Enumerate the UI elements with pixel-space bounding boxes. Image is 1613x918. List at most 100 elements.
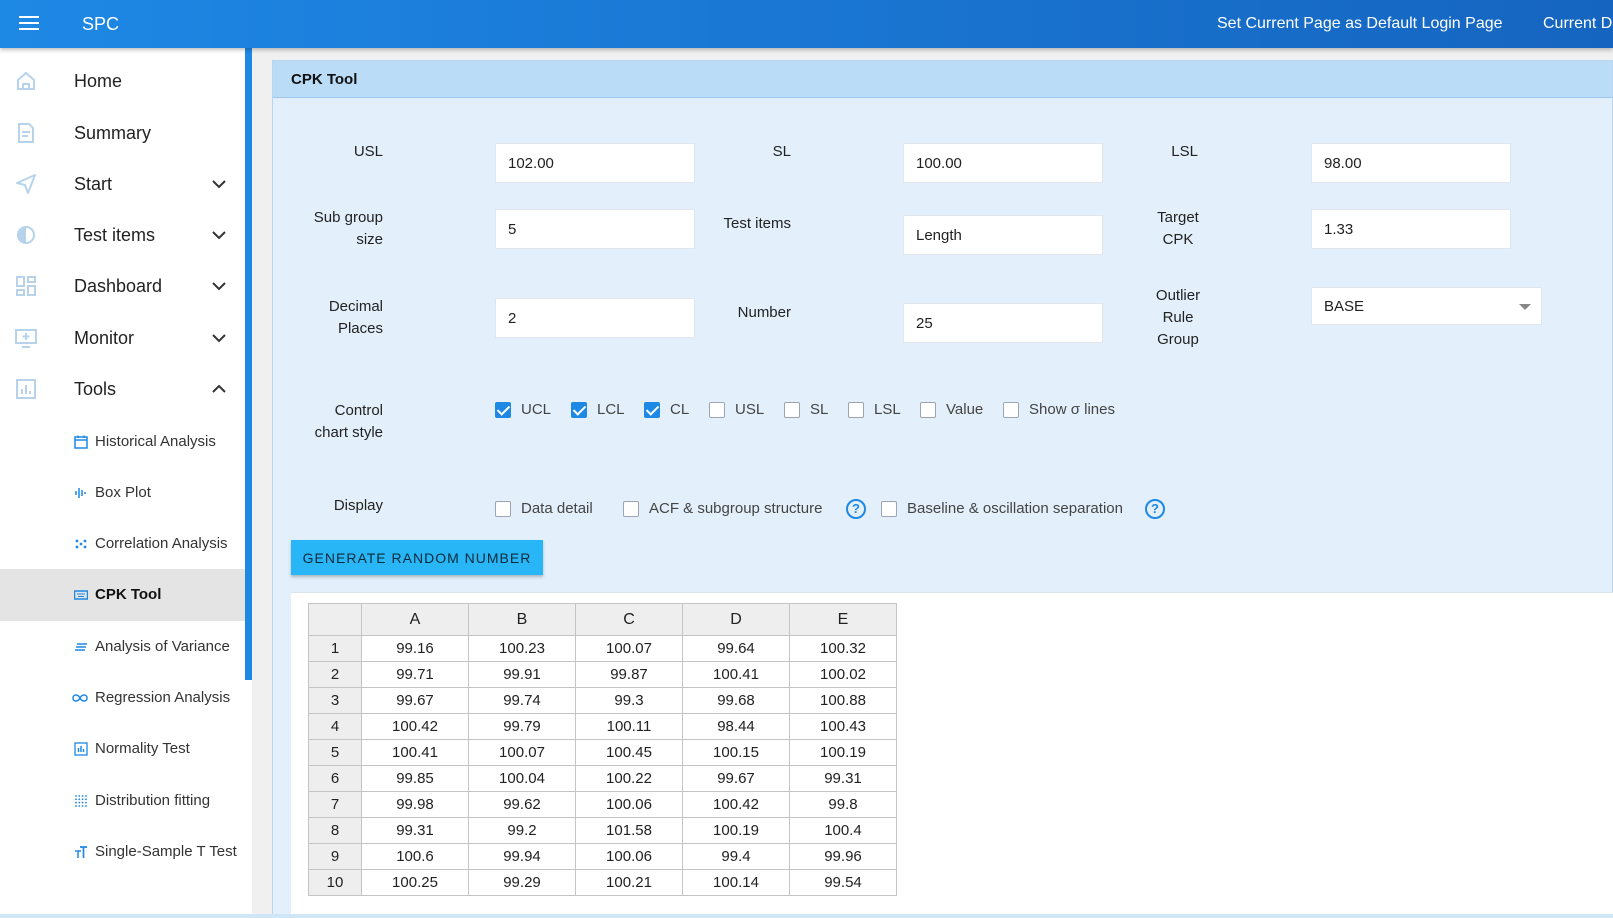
checkbox-checked-icon[interactable] (495, 402, 511, 418)
table-cell[interactable]: 100.19 (682, 817, 790, 844)
table-cell[interactable]: 99.67 (682, 765, 790, 792)
sidebar-subitem-analysis-of-variance[interactable]: Analysis of Variance (0, 621, 245, 673)
lsl-input[interactable] (1311, 143, 1511, 183)
sidebar-item-dashboard[interactable]: Dashboard (0, 261, 245, 313)
checkbox-checked-icon[interactable] (571, 402, 587, 418)
table-cell[interactable]: 100.15 (682, 739, 790, 766)
sidebar-subitem-regression-analysis[interactable]: Regression Analysis (0, 672, 245, 724)
chevron-up-icon[interactable] (210, 380, 228, 398)
checkbox-unchecked-icon[interactable] (623, 501, 639, 517)
generate-random-number-button[interactable]: GENERATE RANDOM NUMBER (291, 540, 543, 575)
table-cell[interactable]: 99.54 (789, 869, 897, 896)
table-cell[interactable]: 100.41 (682, 661, 790, 688)
row-header[interactable]: 1 (308, 635, 362, 662)
column-header[interactable]: D (682, 603, 790, 636)
table-cell[interactable]: 99.31 (789, 765, 897, 792)
table-cell[interactable]: 100.42 (361, 713, 469, 740)
table-cell[interactable]: 100.14 (682, 869, 790, 896)
sidebar-item-monitor[interactable]: Monitor (0, 313, 245, 365)
column-header[interactable]: A (361, 603, 469, 636)
table-corner-cell[interactable] (308, 603, 362, 636)
checkbox-unchecked-icon[interactable] (495, 501, 511, 517)
checkbox-unchecked-icon[interactable] (709, 402, 725, 418)
table-cell[interactable]: 99.16 (361, 635, 469, 662)
table-cell[interactable]: 99.94 (468, 843, 576, 870)
table-cell[interactable]: 99.4 (682, 843, 790, 870)
column-header[interactable]: E (789, 603, 897, 636)
table-cell[interactable]: 100.4 (789, 817, 897, 844)
row-header[interactable]: 7 (308, 791, 362, 818)
table-cell[interactable]: 99.3 (575, 687, 683, 714)
checkbox-unchecked-icon[interactable] (1003, 402, 1019, 418)
sidebar-item-tools[interactable]: Tools (0, 364, 245, 416)
row-header[interactable]: 8 (308, 817, 362, 844)
chevron-down-icon[interactable] (210, 329, 228, 347)
table-cell[interactable]: 101.58 (575, 817, 683, 844)
sidebar-scrollbar[interactable] (245, 48, 252, 680)
decimal-places-input[interactable] (495, 298, 695, 338)
chevron-down-icon[interactable] (210, 226, 228, 244)
table-cell[interactable]: 100.07 (468, 739, 576, 766)
sl-input[interactable] (903, 143, 1103, 183)
row-header[interactable]: 3 (308, 687, 362, 714)
table-cell[interactable]: 99.68 (682, 687, 790, 714)
sidebar-subitem-cpk-tool[interactable]: CPK Tool (0, 569, 245, 621)
usl-input[interactable] (495, 143, 695, 183)
current-link[interactable]: Current De (1543, 15, 1613, 33)
number-input[interactable] (903, 303, 1103, 343)
set-default-login-page-link[interactable]: Set Current Page as Default Login Page (1217, 15, 1503, 33)
table-cell[interactable]: 98.44 (682, 713, 790, 740)
target-cpk-input[interactable] (1311, 209, 1511, 249)
table-cell[interactable]: 100.41 (361, 739, 469, 766)
table-cell[interactable]: 99.87 (575, 661, 683, 688)
table-cell[interactable]: 99.62 (468, 791, 576, 818)
table-cell[interactable]: 99.96 (789, 843, 897, 870)
table-cell[interactable]: 100.22 (575, 765, 683, 792)
sidebar-item-home[interactable]: Home (0, 56, 245, 108)
row-header[interactable]: 6 (308, 765, 362, 792)
help-icon[interactable]: ? (846, 499, 866, 519)
table-cell[interactable]: 100.25 (361, 869, 469, 896)
table-cell[interactable]: 99.8 (789, 791, 897, 818)
checkbox-unchecked-icon[interactable] (784, 402, 800, 418)
table-cell[interactable]: 99.85 (361, 765, 469, 792)
table-cell[interactable]: 100.45 (575, 739, 683, 766)
table-cell[interactable]: 99.74 (468, 687, 576, 714)
sidebar-subitem-distribution-fitting[interactable]: Distribution fitting (0, 775, 245, 827)
checkbox-unchecked-icon[interactable] (881, 501, 897, 517)
table-cell[interactable]: 100.11 (575, 713, 683, 740)
table-cell[interactable]: 100.6 (361, 843, 469, 870)
chevron-down-icon[interactable] (210, 277, 228, 295)
checkbox-checked-icon[interactable] (644, 402, 660, 418)
row-header[interactable]: 9 (308, 843, 362, 870)
table-cell[interactable]: 99.2 (468, 817, 576, 844)
sidebar-item-start[interactable]: Start (0, 159, 245, 211)
checkbox-unchecked-icon[interactable] (920, 402, 936, 418)
table-cell[interactable]: 99.29 (468, 869, 576, 896)
table-cell[interactable]: 100.88 (789, 687, 897, 714)
row-header[interactable]: 2 (308, 661, 362, 688)
table-cell[interactable]: 100.32 (789, 635, 897, 662)
table-cell[interactable]: 99.71 (361, 661, 469, 688)
table-cell[interactable]: 100.04 (468, 765, 576, 792)
sidebar-subitem-box-plot[interactable]: Box Plot (0, 467, 245, 519)
sidebar-subitem-historical-analysis[interactable]: Historical Analysis (0, 416, 245, 468)
table-cell[interactable]: 99.31 (361, 817, 469, 844)
checkbox-unchecked-icon[interactable] (848, 402, 864, 418)
table-cell[interactable]: 100.21 (575, 869, 683, 896)
sidebar-subitem-normality-test[interactable]: Normality Test (0, 723, 245, 775)
table-cell[interactable]: 100.07 (575, 635, 683, 662)
table-cell[interactable]: 100.06 (575, 843, 683, 870)
table-cell[interactable]: 100.42 (682, 791, 790, 818)
table-cell[interactable]: 100.19 (789, 739, 897, 766)
table-cell[interactable]: 100.23 (468, 635, 576, 662)
help-icon[interactable]: ? (1145, 499, 1165, 519)
table-cell[interactable]: 99.64 (682, 635, 790, 662)
column-header[interactable]: C (575, 603, 683, 636)
test-items-input[interactable] (903, 215, 1103, 255)
column-header[interactable]: B (468, 603, 576, 636)
outlier-rule-group-select[interactable]: BASE (1311, 287, 1542, 325)
sidebar-item-test-items[interactable]: Test items (0, 210, 245, 262)
table-cell[interactable]: 99.67 (361, 687, 469, 714)
hamburger-menu-icon[interactable] (16, 12, 42, 36)
